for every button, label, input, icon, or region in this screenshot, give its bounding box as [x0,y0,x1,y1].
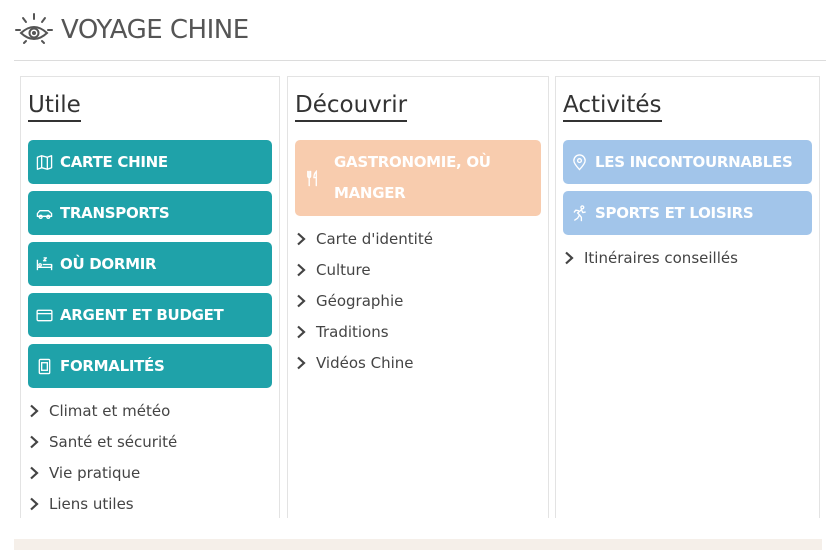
decouvrir-links: Carte d'identité Culture Géographie Trad… [295,223,541,379]
incontournables-button[interactable]: LES INCONTOURNABLES [563,140,812,184]
link-carte-identite[interactable]: Carte d'identité [295,223,541,254]
map-icon [36,154,53,170]
button-label: SPORTS ET LOISIRS [595,204,754,222]
button-label: LES INCONTOURNABLES [595,153,793,171]
link-label: Vie pratique [49,463,141,482]
argent-et-budget-button[interactable]: ARGENT ET BUDGET [28,293,272,337]
button-label: TRANSPORTS [60,204,170,222]
formalites-button[interactable]: FORMALITÉS [28,344,272,388]
chevron-right-icon [565,251,574,264]
button-label: GASTRONOMIE, OÙ MANGER [334,153,491,202]
button-label: FORMALITÉS [60,357,165,375]
link-label: Carte d'identité [316,229,433,248]
link-label: Santé et sécurité [49,432,178,451]
carte-chine-button[interactable]: CARTE CHINE [28,140,272,184]
runner-icon [573,204,586,221]
link-videos-chine[interactable]: Vidéos Chine [295,348,541,379]
chevron-right-icon [297,294,306,308]
link-vie-pratique[interactable]: Vie pratique [28,457,272,488]
link-label: Culture [316,260,371,279]
gastronomie-button[interactable]: GASTRONOMIE, OÙ MANGER [295,140,541,216]
cutlery-icon [307,169,317,186]
chevron-right-icon [297,232,306,245]
credit-card-icon [36,309,53,321]
location-pin-icon [573,153,586,171]
chevron-right-icon [30,497,39,511]
ou-dormir-button[interactable]: OÙ DORMIR [28,242,272,286]
column-activites: Activités LES INCONTOURNABLES SPORTS ET … [555,76,820,518]
car-icon [36,209,53,219]
eye-icon [15,13,53,44]
chevron-right-icon [30,404,39,417]
link-liens-utiles[interactable]: Liens utiles [28,489,272,520]
button-label: ARGENT ET BUDGET [60,306,224,324]
utile-links: Climat et météo Santé et sécurité Vie pr… [28,395,272,520]
chevron-right-icon [30,466,39,480]
chevron-right-icon [297,325,306,339]
link-label: Traditions [316,323,389,342]
link-culture[interactable]: Culture [295,254,541,285]
column-title: Activités [563,91,662,122]
button-label: CARTE CHINE [60,153,168,171]
link-climat[interactable]: Climat et météo [28,395,272,426]
column-title: Utile [28,91,81,122]
site-title[interactable]: VOYAGE CHINE [61,15,249,45]
column-title: Découvrir [295,91,408,122]
sports-loisirs-button[interactable]: SPORTS ET LOISIRS [563,191,812,235]
link-label: Géographie [316,291,404,310]
link-itineraires[interactable]: Itinéraires conseillés [563,242,812,273]
footer-band [14,539,822,550]
link-sante[interactable]: Santé et sécurité [28,426,272,457]
activites-links: Itinéraires conseillés [563,242,812,273]
transports-button[interactable]: TRANSPORTS [28,191,272,235]
column-decouvrir: Découvrir GASTRONOMIE, OÙ MANGER Carte d… [287,76,549,518]
bed-icon [36,256,53,270]
link-label: Liens utiles [49,495,134,514]
chevron-right-icon [30,435,39,449]
passport-icon [38,358,51,374]
chevron-right-icon [297,357,306,370]
link-label: Climat et météo [49,401,171,420]
column-utile: Utile CARTE CHINE TRANSPORTS OÙ DORMIR A… [20,76,280,518]
button-label: OÙ DORMIR [60,255,157,273]
site-header: VOYAGE CHINE [14,0,826,61]
chevron-right-icon [297,263,306,277]
link-traditions[interactable]: Traditions [295,317,541,348]
link-geographie[interactable]: Géographie [295,285,541,316]
link-label: Vidéos Chine [316,354,414,373]
link-label: Itinéraires conseillés [584,248,738,267]
